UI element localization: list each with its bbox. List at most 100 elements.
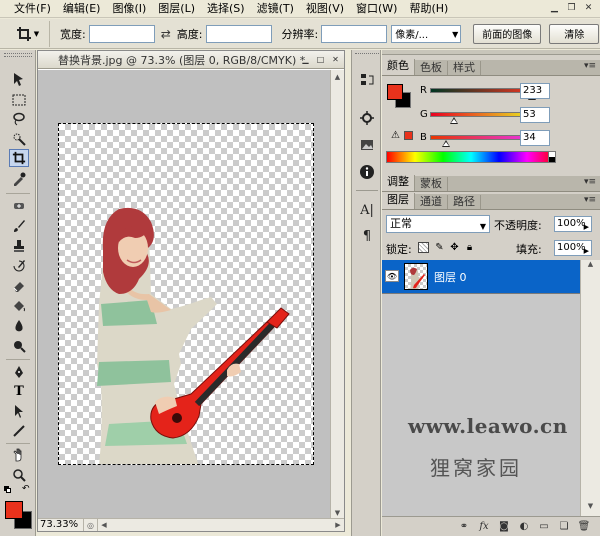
- maximize-icon[interactable]: □: [314, 53, 327, 66]
- channel-r-input[interactable]: 233: [520, 83, 550, 99]
- height-input[interactable]: [205, 24, 272, 43]
- brush-tool-icon[interactable]: [9, 217, 29, 235]
- canvas-area[interactable]: [38, 70, 332, 520]
- blur-tool-icon[interactable]: [9, 317, 29, 335]
- tab-swatches[interactable]: 色板: [415, 61, 448, 75]
- color-panel-foreground-swatch[interactable]: [387, 84, 403, 100]
- tab-masks[interactable]: 蒙板: [415, 177, 448, 191]
- navigator-panel-icon[interactable]: [357, 135, 377, 155]
- layer-list-scrollbar[interactable]: ▲ ▼: [580, 260, 600, 516]
- scroll-up-icon[interactable]: ▲: [581, 260, 600, 274]
- minimize-icon[interactable]: ▁: [299, 53, 312, 66]
- menu-layer[interactable]: 图层(L): [152, 0, 201, 18]
- menu-view[interactable]: 视图(V): [300, 0, 350, 18]
- info-panel-icon[interactable]: [357, 162, 377, 182]
- quick-select-tool-icon[interactable]: [9, 130, 29, 148]
- toolbox-grip[interactable]: [4, 53, 32, 57]
- lock-transparent-icon[interactable]: [418, 242, 429, 253]
- menu-edit[interactable]: 编辑(E): [57, 0, 107, 18]
- opacity-input[interactable]: 100% ▶: [554, 216, 592, 232]
- tab-styles[interactable]: 样式: [448, 61, 481, 75]
- blend-mode-select[interactable]: 正常 ▼: [386, 215, 490, 233]
- link-layers-icon[interactable]: ⚭: [458, 521, 470, 533]
- path-selection-tool-icon[interactable]: [9, 402, 29, 420]
- history-brush-tool-icon[interactable]: [9, 257, 29, 275]
- horizontal-scrollbar[interactable]: [112, 520, 330, 530]
- clone-stamp-tool-icon[interactable]: [9, 237, 29, 255]
- tool-preset-picker[interactable]: ▼: [6, 20, 50, 47]
- pen-tool-icon[interactable]: [9, 363, 29, 381]
- front-image-button[interactable]: 前面的图像: [473, 23, 542, 44]
- panel-menu-icon[interactable]: ▾≡: [584, 177, 596, 187]
- line-tool-icon[interactable]: [9, 422, 29, 440]
- eraser-tool-icon[interactable]: [9, 277, 29, 295]
- actions-panel-icon[interactable]: [357, 108, 377, 128]
- menu-image[interactable]: 图像(I): [106, 0, 152, 18]
- marquee-tool-icon[interactable]: [9, 91, 29, 109]
- paint-bucket-tool-icon[interactable]: [9, 297, 29, 315]
- menu-help[interactable]: 帮助(H): [403, 0, 454, 18]
- move-tool-icon[interactable]: [9, 70, 29, 88]
- healing-brush-tool-icon[interactable]: [9, 197, 29, 215]
- menu-select[interactable]: 选择(S): [201, 0, 251, 18]
- lock-image-icon[interactable]: ✎: [434, 242, 445, 253]
- zoom-tool-icon[interactable]: [9, 466, 29, 484]
- black-white-ramp[interactable]: [548, 151, 556, 163]
- panel-menu-icon[interactable]: ▾≡: [584, 195, 596, 205]
- swap-colors-icon[interactable]: ↶: [22, 484, 30, 494]
- zoom-level-field[interactable]: 73.33%: [38, 519, 84, 531]
- lasso-tool-icon[interactable]: [9, 110, 29, 128]
- channel-g-slider-knob[interactable]: [449, 117, 458, 124]
- gamut-color-swatch[interactable]: [404, 131, 413, 140]
- new-group-icon[interactable]: ▭: [538, 521, 550, 533]
- scroll-left-icon[interactable]: ◀: [98, 521, 110, 529]
- type-tool-icon[interactable]: T: [9, 382, 29, 400]
- tab-color[interactable]: 颜色: [382, 59, 415, 75]
- swap-dimensions-icon[interactable]: ⇄: [161, 27, 171, 41]
- close-icon[interactable]: ✕: [329, 53, 342, 66]
- channel-b-slider-knob[interactable]: [441, 140, 450, 147]
- paragraph-panel-icon[interactable]: ¶: [357, 226, 377, 246]
- tab-layers[interactable]: 图层: [382, 193, 415, 209]
- lock-all-icon[interactable]: 🔒︎: [464, 242, 475, 253]
- history-panel-icon[interactable]: [357, 70, 377, 90]
- gamut-warning-icon[interactable]: ⚠: [391, 130, 400, 141]
- menu-window[interactable]: 窗口(W): [350, 0, 403, 18]
- minimize-icon[interactable]: ▁: [547, 1, 562, 15]
- strip-grip[interactable]: [355, 53, 379, 57]
- new-layer-icon[interactable]: ❏: [558, 521, 570, 533]
- delete-layer-icon[interactable]: 🗑︎: [578, 521, 591, 533]
- layer-style-icon[interactable]: fx: [478, 521, 490, 533]
- scroll-right-icon[interactable]: ▶: [332, 521, 344, 529]
- tab-adjustments[interactable]: 调整: [382, 175, 415, 191]
- width-input[interactable]: [88, 24, 155, 43]
- menu-filter[interactable]: 滤镜(T): [251, 0, 300, 18]
- hand-tool-icon[interactable]: [9, 446, 29, 464]
- crop-tool-icon[interactable]: [9, 149, 29, 167]
- scroll-up-icon[interactable]: ▲: [331, 70, 344, 84]
- tab-paths[interactable]: 路径: [448, 195, 481, 209]
- restore-icon[interactable]: ❐: [564, 1, 579, 15]
- fill-input[interactable]: 100% ▶: [554, 240, 592, 256]
- panel-menu-icon[interactable]: ▾≡: [584, 61, 596, 71]
- tab-channels[interactable]: 通道: [415, 195, 448, 209]
- channel-b-input[interactable]: 34: [520, 130, 550, 146]
- dodge-tool-icon[interactable]: [9, 337, 29, 355]
- close-icon[interactable]: ✕: [581, 1, 596, 15]
- eyedropper-tool-icon[interactable]: [9, 170, 29, 188]
- adjustment-layer-icon[interactable]: ◐: [518, 521, 530, 533]
- status-info-icon[interactable]: ◎: [84, 519, 98, 531]
- vertical-scrollbar[interactable]: ▲ ▼: [330, 70, 344, 520]
- default-colors-icon[interactable]: [4, 486, 12, 494]
- menu-file[interactable]: 文件(F): [8, 0, 57, 18]
- color-spectrum-bar[interactable]: [386, 151, 556, 163]
- scroll-down-icon[interactable]: ▼: [581, 502, 600, 516]
- layer-list[interactable]: www.leawo.cn 狸窝家园: [382, 260, 580, 516]
- add-mask-icon[interactable]: ◙: [498, 521, 510, 533]
- layer-row[interactable]: 👁︎ 图层 0: [382, 260, 580, 294]
- panel-dock-grip[interactable]: [382, 50, 600, 55]
- lock-position-icon[interactable]: ✥: [449, 242, 460, 253]
- character-panel-icon[interactable]: A|: [357, 200, 377, 220]
- foreground-color-swatch[interactable]: [5, 501, 23, 519]
- resolution-unit-select[interactable]: 像素/... ▼: [391, 24, 462, 43]
